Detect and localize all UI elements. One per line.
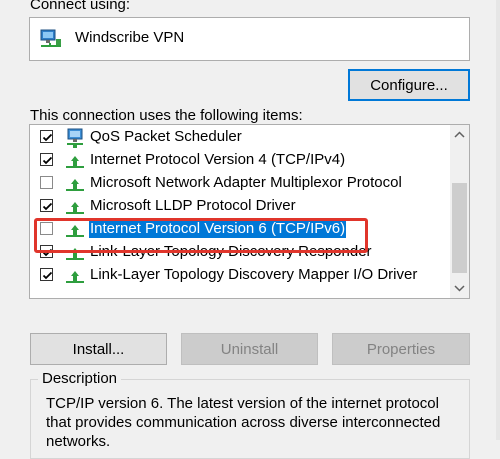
list-item[interactable]: Microsoft LLDP Protocol Driver: [30, 195, 450, 218]
list-item-label: Microsoft LLDP Protocol Driver: [90, 197, 296, 214]
install-button[interactable]: Install...: [30, 333, 167, 365]
item-checkbox[interactable]: [40, 199, 53, 212]
item-checkbox[interactable]: [40, 268, 53, 281]
list-item[interactable]: Internet Protocol Version 4 (TCP/IPv4): [30, 149, 450, 172]
description-legend: Description: [38, 370, 122, 387]
qos-scheduler-icon: [67, 128, 83, 148]
list-item[interactable]: Link-Layer Topology Discovery Mapper I/O…: [30, 264, 450, 287]
network-adapter-icon: [40, 29, 61, 47]
scrollbar-thumb[interactable]: [452, 183, 467, 273]
description-text: TCP/IP version 6. The latest version of …: [46, 395, 441, 450]
properties-button[interactable]: Properties: [332, 333, 470, 365]
protocol-icon: [66, 179, 84, 191]
protocol-icon: [66, 156, 84, 168]
items-list-label: This connection uses the following items…: [30, 107, 303, 124]
list-item-label: Internet Protocol Version 4 (TCP/IPv4): [90, 151, 346, 168]
list-item-label: Microsoft Network Adapter Multiplexor Pr…: [90, 174, 402, 191]
list-item[interactable]: QoS Packet Scheduler: [30, 126, 450, 149]
uninstall-button[interactable]: Uninstall: [181, 333, 318, 365]
highlight-box: [34, 218, 368, 253]
list-scrollbar[interactable]: [450, 125, 469, 298]
configure-button[interactable]: Configure...: [348, 69, 470, 101]
connect-using-label: Connect using:: [30, 0, 131, 13]
item-checkbox[interactable]: [40, 130, 53, 143]
list-item-label: QoS Packet Scheduler: [90, 128, 242, 145]
protocol-icon: [66, 202, 84, 214]
scroll-down-arrow-icon[interactable]: [450, 278, 469, 298]
item-checkbox[interactable]: [40, 153, 53, 166]
item-checkbox[interactable]: [40, 176, 53, 189]
list-item[interactable]: Microsoft Network Adapter Multiplexor Pr…: [30, 172, 450, 195]
adapter-name: Windscribe VPN: [75, 29, 185, 46]
adapter-field: Windscribe VPN: [29, 17, 470, 61]
protocol-icon: [66, 271, 84, 283]
list-item-label: Link-Layer Topology Discovery Mapper I/O…: [90, 266, 418, 283]
components-list[interactable]: QoS Packet Scheduler Internet Protocol Ve…: [29, 124, 470, 299]
scroll-up-arrow-icon[interactable]: [450, 125, 469, 145]
window-edge: [496, 0, 500, 440]
